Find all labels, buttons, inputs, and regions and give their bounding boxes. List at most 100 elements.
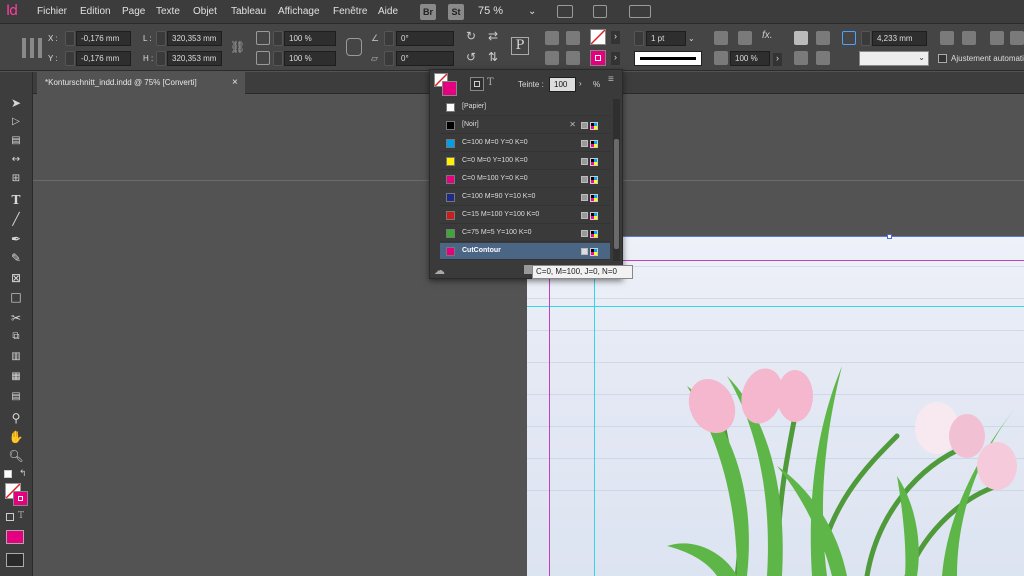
text-wrap-none-icon[interactable]	[794, 31, 808, 45]
select-content-icon[interactable]	[566, 31, 580, 45]
gradient-feather-tool-icon[interactable]: ▦	[8, 370, 24, 384]
swatch-row[interactable]: C=15 M=100 Y=100 K=0	[440, 207, 610, 224]
close-tab-icon[interactable]: ×	[232, 72, 238, 94]
swatch-row[interactable]: C=100 M=0 Y=0 K=0	[440, 135, 610, 152]
panel-menu-icon[interactable]: ≡	[608, 74, 614, 85]
swatch-row-selected[interactable]: CutContour	[440, 243, 610, 260]
rectangle-frame-tool-icon[interactable]: ⊠	[8, 271, 24, 285]
link-scale-icon[interactable]	[346, 38, 362, 56]
shear-stepper[interactable]	[384, 51, 394, 66]
cc-libraries-icon[interactable]: ☁	[434, 264, 445, 277]
drop-shadow-icon[interactable]	[714, 31, 728, 45]
menu-fenetre[interactable]: Fenêtre	[333, 6, 367, 17]
reference-p-icon[interactable]: P	[511, 37, 529, 55]
y-field[interactable]: -0,176 mm	[76, 51, 131, 66]
gap-tool-icon[interactable]: ↔	[8, 153, 24, 167]
stroke-dropdown-icon[interactable]: ›	[611, 52, 620, 65]
width-field[interactable]: 320,353 mm	[167, 31, 222, 46]
rotate-field[interactable]: 0°	[396, 31, 454, 46]
offset-field[interactable]: 4,233 mm	[872, 31, 927, 46]
center-content-icon[interactable]	[990, 31, 1004, 45]
menu-fichier[interactable]: Fichier	[37, 6, 67, 17]
auto-fit-checkbox[interactable]	[938, 54, 947, 63]
stroke-type-select[interactable]	[634, 51, 702, 66]
document-page[interactable]	[527, 234, 1024, 576]
note-tool-icon[interactable]: ▤	[8, 390, 24, 404]
document-tab[interactable]: *Konturschnitt_indd.indd @ 75% [Converti…	[37, 72, 245, 94]
panel-stroke-swatch[interactable]	[442, 81, 457, 96]
scissors-tool-icon[interactable]: ✂	[8, 311, 24, 325]
menu-page[interactable]: Page	[122, 6, 145, 17]
fill-none-swatch[interactable]	[590, 29, 606, 45]
menu-edition[interactable]: Edition	[80, 6, 111, 17]
select-container-icon[interactable]	[545, 31, 559, 45]
line-tool-icon[interactable]: ╱	[8, 212, 24, 226]
fit-frame-content-icon[interactable]	[962, 31, 976, 45]
screen-mode-icon[interactable]	[593, 5, 607, 18]
tint-arrow-icon[interactable]: ›	[579, 79, 582, 88]
opacity-field[interactable]: 100 %	[730, 51, 770, 66]
select-previous-icon[interactable]	[545, 51, 559, 65]
offset-stepper[interactable]	[861, 31, 871, 46]
effects-icon[interactable]	[738, 31, 752, 45]
menu-affichage[interactable]: Affichage	[278, 6, 320, 17]
rotate-ccw-icon[interactable]: ↺	[466, 50, 476, 64]
swatch-row[interactable]: [Papier]	[440, 99, 610, 116]
opacity-dropdown-icon[interactable]: ›	[773, 53, 782, 66]
swap-colors-icon[interactable]: ↰	[19, 468, 27, 479]
scale-x-field[interactable]: 100 %	[284, 31, 336, 46]
height-stepper[interactable]	[156, 51, 166, 66]
text-wrap-box-icon[interactable]	[816, 31, 830, 45]
stock-button[interactable]: St	[448, 4, 464, 20]
stroke-weight-dropdown-icon[interactable]: ⌄	[688, 34, 695, 43]
panel-text-icon[interactable]: T	[487, 77, 494, 88]
bridge-button[interactable]: Br	[420, 4, 436, 20]
formatting-container-icon[interactable]	[6, 513, 14, 521]
swatch-row[interactable]: C=100 M=90 Y=10 K=0	[440, 189, 610, 206]
content-collector-icon[interactable]: ⊞	[8, 172, 24, 186]
constrain-proportions-icon[interactable]: ⛓	[230, 40, 245, 54]
menu-objet[interactable]: Objet	[193, 6, 217, 17]
scrollbar-thumb[interactable]	[614, 139, 619, 249]
stroke-weight-field[interactable]: 1 pt	[646, 31, 686, 46]
arrange-documents-icon[interactable]	[629, 5, 651, 18]
rectangle-tool-icon[interactable]: □	[8, 290, 24, 304]
flip-horizontal-icon[interactable]: ⇄	[488, 29, 498, 43]
scale-y-field[interactable]: 100 %	[284, 51, 336, 66]
stroke-weight-stepper[interactable]	[634, 31, 644, 46]
apply-color-icon[interactable]	[6, 530, 24, 544]
text-wrap-shape-icon[interactable]	[794, 51, 808, 65]
text-wrap-jump-icon[interactable]	[816, 51, 830, 65]
swatch-row[interactable]: C=0 M=100 Y=0 K=0	[440, 171, 610, 188]
swatch-row[interactable]: C=75 M=5 Y=100 K=0	[440, 225, 610, 242]
fx-icon[interactable]: fx.	[762, 30, 773, 41]
swatch-row[interactable]: C=0 M=0 Y=100 K=0	[440, 153, 610, 170]
free-transform-tool-icon[interactable]: ⧉	[8, 330, 24, 344]
zoom-dropdown-icon[interactable]: ⌄	[528, 6, 536, 17]
scale-x-stepper[interactable]	[273, 31, 283, 46]
zoom-tool-icon[interactable]: 🔍︎	[8, 449, 24, 463]
type-tool-icon[interactable]: T	[8, 193, 24, 207]
tool-stroke-swatch[interactable]	[13, 491, 28, 506]
rotate-stepper[interactable]	[384, 31, 394, 46]
reference-point-icon[interactable]	[22, 38, 42, 58]
swatch-scrollbar[interactable]	[613, 99, 620, 261]
gradient-swatch-tool-icon[interactable]: ▥	[8, 350, 24, 364]
shear-field[interactable]: 0°	[396, 51, 454, 66]
zoom-level[interactable]: 75 %	[478, 5, 503, 17]
scale-y-stepper[interactable]	[273, 51, 283, 66]
selection-tool-icon[interactable]: ➤	[8, 96, 24, 110]
corner-shape-select[interactable]: ⌄	[859, 51, 929, 66]
x-stepper[interactable]	[65, 31, 75, 46]
menu-tableau[interactable]: Tableau	[231, 6, 266, 17]
page-tool-icon[interactable]: ▤	[8, 134, 24, 148]
menu-aide[interactable]: Aide	[378, 6, 398, 17]
y-stepper[interactable]	[65, 51, 75, 66]
frame-fitting-icon[interactable]	[842, 31, 856, 45]
screen-mode-normal-icon[interactable]	[6, 553, 24, 567]
x-field[interactable]: -0,176 mm	[76, 31, 131, 46]
height-field[interactable]: 320,353 mm	[167, 51, 222, 66]
flip-vertical-icon[interactable]: ⇅	[488, 50, 498, 64]
formatting-text-icon[interactable]: T	[18, 511, 24, 521]
trash-icon[interactable]	[524, 265, 532, 274]
